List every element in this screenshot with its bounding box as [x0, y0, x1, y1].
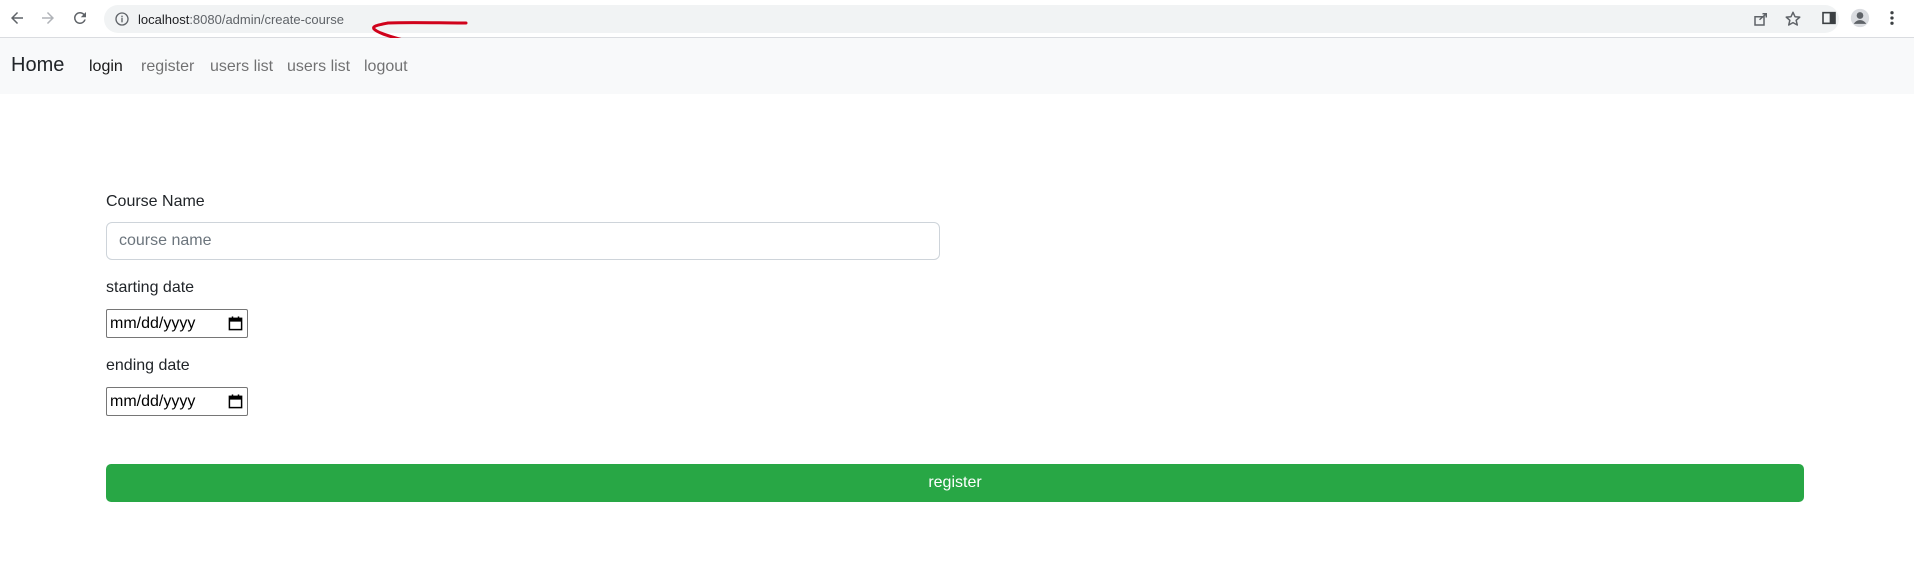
nav-link-users-list[interactable]: users list	[210, 58, 273, 76]
more-vertical-icon	[1890, 11, 1894, 25]
side-panel-button[interactable]	[1818, 7, 1840, 29]
app-navbar: Home login register users list users lis…	[0, 38, 1914, 94]
course-name-input[interactable]	[106, 222, 940, 260]
star-icon[interactable]	[1784, 10, 1802, 28]
starting-date-input[interactable]: mm/dd/yyyy	[106, 309, 248, 338]
starting-date-label: starting date	[106, 279, 195, 296]
ending-date-input[interactable]: mm/dd/yyyy	[106, 387, 248, 416]
share-icon[interactable]	[1752, 10, 1770, 28]
reload-button[interactable]	[68, 6, 92, 30]
nav-link-login[interactable]: login	[89, 58, 123, 76]
avatar-icon	[1850, 8, 1870, 28]
forward-button[interactable]	[36, 6, 60, 30]
navbar-brand-home[interactable]: Home	[11, 54, 64, 77]
url-path: :8080/admin/create-course	[189, 12, 344, 27]
nav-link-users-list-2[interactable]: users list	[287, 58, 350, 76]
url-host: localhost	[138, 12, 190, 27]
nav-link-register[interactable]: register	[141, 58, 194, 76]
ending-date-value: mm/dd/yyyy	[110, 393, 196, 410]
course-name-label: Course Name	[106, 193, 205, 210]
address-bar[interactable]: localhost:8080/admin/create-course	[104, 5, 1839, 33]
arrow-left-icon	[11, 12, 23, 24]
register-button[interactable]: register	[106, 464, 1804, 502]
side-panel-icon	[1822, 11, 1836, 25]
arrow-right-icon	[42, 12, 54, 24]
browser-menu-button[interactable]	[1881, 7, 1903, 29]
profile-button[interactable]	[1849, 7, 1871, 29]
calendar-icon[interactable]	[228, 394, 243, 409]
reload-icon	[73, 11, 86, 24]
calendar-icon[interactable]	[228, 316, 243, 331]
back-button[interactable]	[5, 6, 29, 30]
url-text: localhost:8080/admin/create-course	[138, 12, 344, 27]
ending-date-label: ending date	[106, 357, 190, 374]
info-icon[interactable]	[114, 11, 130, 27]
nav-link-logout[interactable]: logout	[364, 58, 408, 76]
starting-date-value: mm/dd/yyyy	[110, 315, 196, 332]
browser-toolbar: localhost:8080/admin/create-course	[0, 0, 1914, 38]
